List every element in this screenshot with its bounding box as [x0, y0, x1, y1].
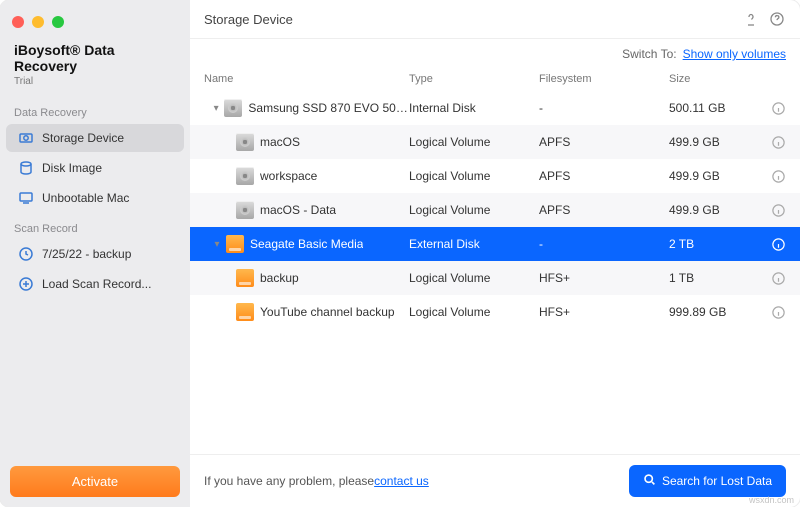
- info-icon[interactable]: [770, 134, 786, 150]
- device-filesystem: HFS+: [539, 305, 669, 319]
- page-title: Storage Device: [204, 12, 293, 27]
- device-name: workspace: [260, 169, 317, 183]
- table-row[interactable]: ▾ Seagate Basic Media External Disk-2 TB: [190, 227, 800, 261]
- app-window: iBoysoft® Data Recovery Trial Data Recov…: [0, 0, 800, 507]
- external-disk-icon: [236, 269, 254, 287]
- device-type: External Disk: [409, 237, 539, 251]
- activate-button[interactable]: Activate: [10, 466, 180, 497]
- device-type: Internal Disk: [409, 101, 539, 115]
- contact-us-link[interactable]: contact us: [374, 474, 429, 488]
- device-type: Logical Volume: [409, 169, 539, 183]
- device-name: Seagate Basic Media: [250, 237, 363, 251]
- footer: If you have any problem, please contact …: [190, 454, 800, 507]
- device-name: macOS - Data: [260, 203, 336, 217]
- show-only-volumes-link[interactable]: Show only volumes: [683, 47, 786, 61]
- info-icon[interactable]: [770, 100, 786, 116]
- device-filesystem: APFS: [539, 203, 669, 217]
- sidebar-item-disk-image[interactable]: Disk Image: [6, 154, 184, 182]
- device-type: Logical Volume: [409, 271, 539, 285]
- device-size: 1 TB: [669, 271, 770, 285]
- table-row[interactable]: backup Logical VolumeHFS+1 TB: [190, 261, 800, 295]
- app-brand: iBoysoft® Data Recovery: [0, 42, 190, 76]
- device-filesystem: APFS: [539, 135, 669, 149]
- info-icon[interactable]: [770, 304, 786, 320]
- sidebar-load-scan-record[interactable]: Load Scan Record...: [6, 270, 184, 298]
- hint-icon[interactable]: [742, 10, 760, 28]
- device-name: backup: [260, 271, 299, 285]
- col-filesystem: Filesystem: [539, 73, 669, 85]
- help-icon[interactable]: [768, 10, 786, 28]
- switch-to-label: Switch To:: [622, 47, 676, 61]
- table-row[interactable]: YouTube channel backup Logical VolumeHFS+…: [190, 295, 800, 329]
- switch-row: Switch To: Show only volumes: [190, 39, 800, 67]
- device-type: Logical Volume: [409, 203, 539, 217]
- close-icon[interactable]: [12, 16, 24, 28]
- device-type: Logical Volume: [409, 135, 539, 149]
- device-size: 999.89 GB: [669, 305, 770, 319]
- sidebar-bottom: Activate: [0, 456, 190, 507]
- info-icon[interactable]: [770, 168, 786, 184]
- external-disk-icon: [226, 235, 244, 253]
- sidebar-item-label: Load Scan Record...: [42, 277, 151, 291]
- disk-image-icon: [18, 160, 34, 176]
- col-name: Name: [204, 73, 409, 85]
- device-size: 499.9 GB: [669, 169, 770, 183]
- watermark: wsxdn.com: [749, 495, 794, 505]
- history-icon: [18, 246, 34, 262]
- plus-circle-icon: [18, 276, 34, 292]
- internal-disk-icon: [236, 167, 254, 185]
- sidebar-item-label: Disk Image: [42, 161, 102, 175]
- device-table: ▾ Samsung SSD 870 EVO 500GB...Internal Di…: [190, 91, 800, 454]
- chevron-down-icon[interactable]: ▾: [210, 103, 222, 114]
- col-size: Size: [669, 73, 786, 85]
- device-filesystem: -: [539, 237, 669, 251]
- device-size: 499.9 GB: [669, 203, 770, 217]
- device-filesystem: APFS: [539, 169, 669, 183]
- device-type: Logical Volume: [409, 305, 539, 319]
- external-disk-icon: [236, 303, 254, 321]
- internal-disk-icon: [236, 201, 254, 219]
- sidebar-item-unbootable-mac[interactable]: Unbootable Mac: [6, 184, 184, 212]
- sidebar-item-label: Unbootable Mac: [42, 191, 129, 205]
- unbootable-mac-icon: [18, 190, 34, 206]
- internal-disk-icon: [236, 133, 254, 151]
- storage-device-icon: [18, 130, 34, 146]
- search-button-label: Search for Lost Data: [662, 474, 772, 488]
- table-row[interactable]: workspace Logical VolumeAPFS499.9 GB: [190, 159, 800, 193]
- device-size: 499.9 GB: [669, 135, 770, 149]
- device-size: 2 TB: [669, 237, 770, 251]
- device-name: macOS: [260, 135, 300, 149]
- section-scan-record: Scan Record: [0, 213, 190, 239]
- info-icon[interactable]: [770, 270, 786, 286]
- sidebar-item-storage-device[interactable]: Storage Device: [6, 124, 184, 152]
- device-size: 500.11 GB: [669, 101, 770, 115]
- table-row[interactable]: ▾ Samsung SSD 870 EVO 500GB...Internal Di…: [190, 91, 800, 125]
- device-name: Samsung SSD 870 EVO 500GB...: [248, 101, 409, 115]
- app-tier: Trial: [0, 76, 190, 97]
- titlebar: Storage Device: [190, 0, 800, 39]
- minimize-icon[interactable]: [32, 16, 44, 28]
- info-icon[interactable]: [770, 236, 786, 252]
- window-controls: [0, 8, 190, 42]
- table-row[interactable]: macOS Logical VolumeAPFS499.9 GB: [190, 125, 800, 159]
- device-filesystem: -: [539, 101, 669, 115]
- search-icon: [643, 473, 656, 489]
- sidebar-scan-record-item[interactable]: 7/25/22 - backup: [6, 240, 184, 268]
- search-for-lost-data-button[interactable]: Search for Lost Data: [629, 465, 786, 497]
- internal-disk-icon: [224, 99, 242, 117]
- device-name: YouTube channel backup: [260, 305, 395, 319]
- sidebar-item-label: Storage Device: [42, 131, 124, 145]
- table-row[interactable]: macOS - Data Logical VolumeAPFS499.9 GB: [190, 193, 800, 227]
- chevron-down-icon[interactable]: ▾: [210, 239, 224, 250]
- sidebar-item-label: 7/25/22 - backup: [42, 247, 131, 261]
- sidebar: iBoysoft® Data Recovery Trial Data Recov…: [0, 0, 190, 507]
- main-panel: Storage Device Switch To: Show only volu…: [190, 0, 800, 507]
- maximize-icon[interactable]: [52, 16, 64, 28]
- col-type: Type: [409, 73, 539, 85]
- section-data-recovery: Data Recovery: [0, 97, 190, 123]
- footer-text: If you have any problem, please: [204, 474, 374, 488]
- info-icon[interactable]: [770, 202, 786, 218]
- table-header: Name Type Filesystem Size: [190, 67, 800, 91]
- device-filesystem: HFS+: [539, 271, 669, 285]
